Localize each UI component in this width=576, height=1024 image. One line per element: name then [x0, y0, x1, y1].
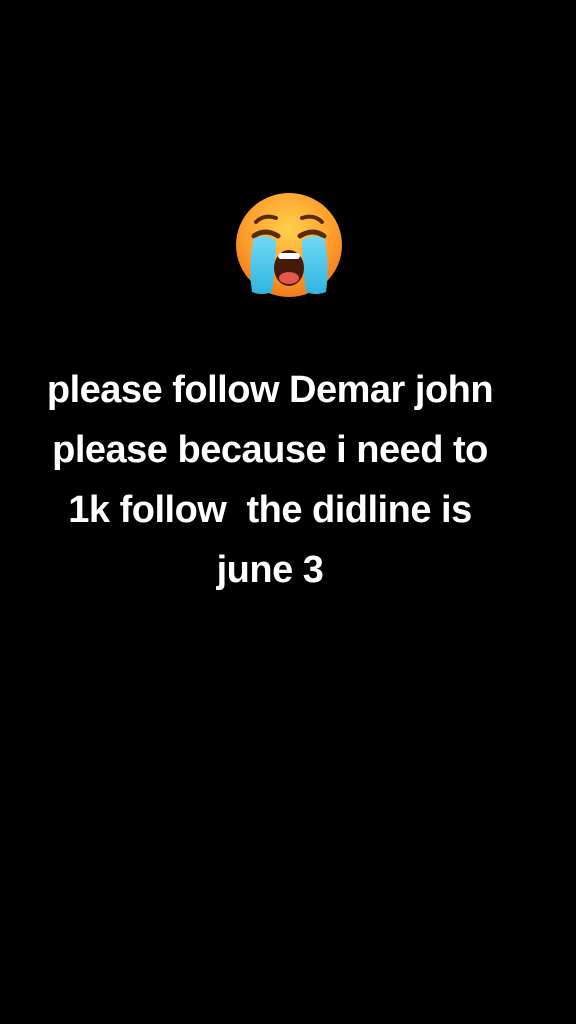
loudly-crying-face-icon	[236, 193, 342, 297]
video-frame: please follow Demar john please because …	[0, 0, 576, 1024]
caption-line: please because i need to	[52, 429, 488, 471]
caption-line: 1k follow the didline is	[68, 489, 472, 531]
caption-line: please follow Demar john	[46, 369, 494, 411]
caption-line: june 3	[216, 549, 324, 591]
caption-text: please follow Demar john please because …	[0, 360, 540, 600]
